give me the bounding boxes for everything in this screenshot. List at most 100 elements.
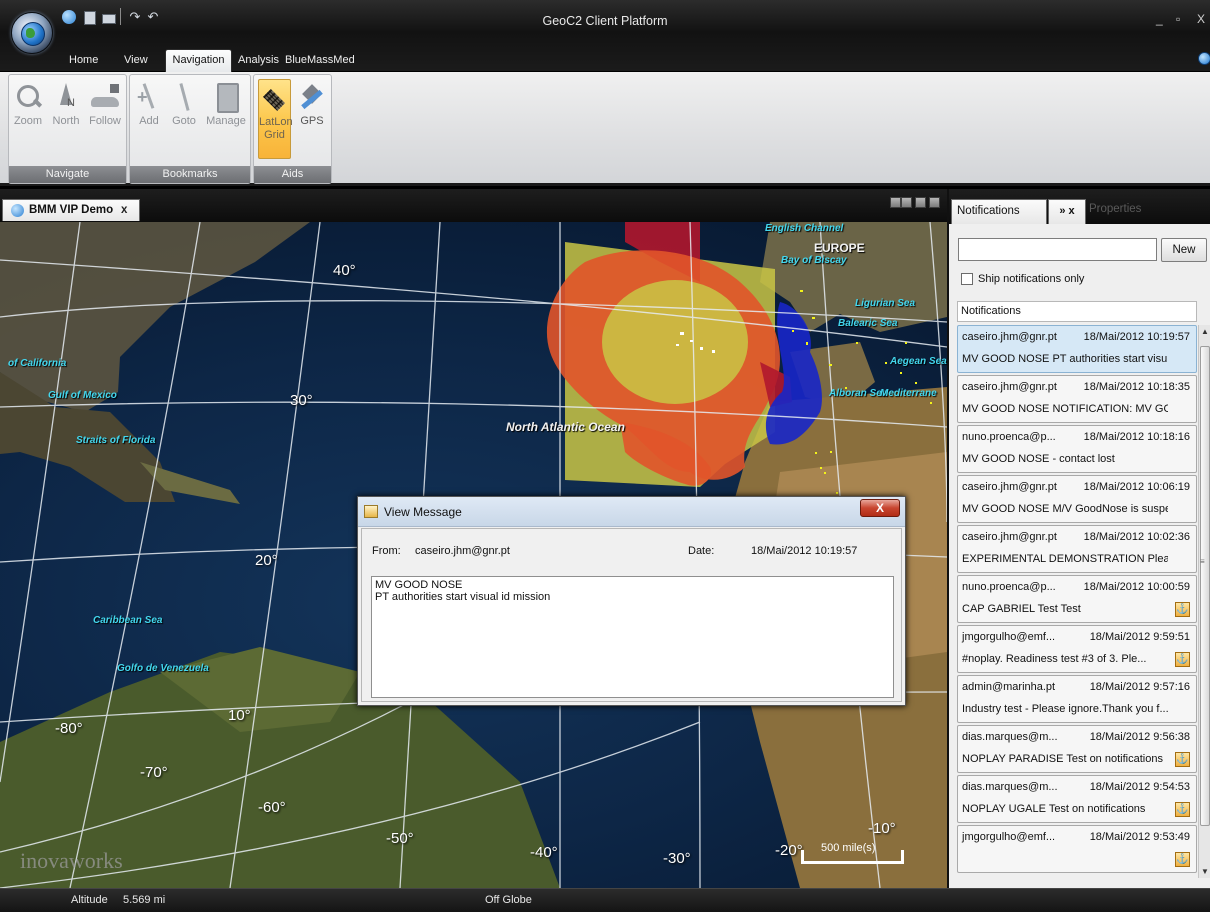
notification-subject: MV GOOD NOSE NOTIFICATION: MV GO... bbox=[962, 403, 1168, 415]
tab-properties[interactable]: Properties bbox=[1089, 203, 1141, 215]
english-channel-label: English Channel bbox=[765, 223, 844, 234]
north-atlantic-label: North Atlantic Ocean bbox=[506, 420, 625, 434]
notification-item[interactable]: caseiro.jhm@gnr.pt 18/Mai/2012 10:19:57 MV… bbox=[957, 325, 1197, 373]
follow-button[interactable]: Follow bbox=[87, 79, 123, 161]
ship-notifications-checkbox[interactable] bbox=[961, 273, 973, 285]
manage-bookmarks-button[interactable]: Manage bbox=[204, 79, 248, 161]
golfo-venezuela-label: Golfo de Venezuela bbox=[117, 663, 209, 674]
notification-subject: EXPERIMENTAL DEMONSTRATION Please... bbox=[962, 553, 1168, 565]
notification-date: 18/Mai/2012 9:59:51 bbox=[1089, 631, 1190, 643]
notification-sender: caseiro.jhm@gnr.pt bbox=[962, 381, 1057, 393]
altitude-value: 5.569 mi bbox=[123, 894, 166, 906]
tab-view[interactable]: View bbox=[124, 50, 148, 72]
latlon-grid-button[interactable]: LatLon Grid bbox=[258, 79, 293, 159]
notification-search-input[interactable] bbox=[958, 238, 1157, 261]
notifications-panel: Notifications » x Properties New Ship no… bbox=[947, 189, 1210, 888]
anchor-icon[interactable]: ⚓ bbox=[1175, 852, 1190, 867]
minimize-button[interactable]: _ bbox=[1156, 12, 1163, 26]
notification-item[interactable]: nuno.proenca@p... 18/Mai/2012 10:18:16 MV … bbox=[957, 425, 1197, 473]
anchor-icon[interactable]: ⚓ bbox=[1175, 602, 1190, 617]
panel-tab-bar: Notifications » x Properties bbox=[949, 189, 1210, 224]
new-notification-button[interactable]: New bbox=[1161, 238, 1207, 262]
message-text-area[interactable]: MV GOOD NOSE PT authorities start visual… bbox=[371, 576, 894, 698]
notification-item[interactable]: caseiro.jhm@gnr.pt 18/Mai/2012 10:02:36 EX… bbox=[957, 525, 1197, 573]
restore-button[interactable]: ▫ bbox=[1176, 12, 1180, 26]
notification-item[interactable]: caseiro.jhm@gnr.pt 18/Mai/2012 10:06:19 MV… bbox=[957, 475, 1197, 523]
notification-subject: MV GOOD NOSE M/V GoodNose is suspec... bbox=[962, 503, 1168, 515]
scroll-thumb[interactable] bbox=[1200, 346, 1210, 826]
notification-date: 18/Mai/2012 10:00:59 bbox=[1083, 581, 1190, 593]
of-california-label: of California bbox=[8, 358, 67, 369]
anchor-icon[interactable]: ⚓ bbox=[1175, 802, 1190, 817]
date-value: 18/Mai/2012 10:19:57 bbox=[751, 545, 858, 557]
goto-bookmark-button[interactable]: Goto bbox=[168, 79, 200, 161]
tab-bmm-vip-demo[interactable]: BMM VIP Demo x bbox=[2, 199, 140, 221]
notification-sender: caseiro.jhm@gnr.pt bbox=[962, 481, 1057, 493]
straits-of-florida-label: Straits of Florida bbox=[76, 435, 156, 446]
tab-navigation[interactable]: Navigation bbox=[165, 49, 232, 73]
notification-item[interactable]: jmgorgulho@emf... 18/Mai/2012 9:53:49 ⚓ bbox=[957, 825, 1197, 873]
anchor-icon[interactable]: ⚓ bbox=[1175, 652, 1190, 667]
tab-home[interactable]: Home bbox=[69, 50, 98, 72]
gps-button[interactable]: GPS bbox=[296, 79, 328, 161]
close-document-icon[interactable] bbox=[929, 197, 940, 208]
longitude-label: -60° bbox=[258, 799, 286, 816]
scroll-left-icon[interactable] bbox=[890, 197, 901, 208]
zoom-label: Zoom bbox=[13, 115, 43, 127]
anchor-icon[interactable]: ⚓ bbox=[1175, 752, 1190, 767]
notification-sender: dias.marques@m... bbox=[962, 781, 1058, 793]
ribbon-group-navigate: Zoom North Follow Navigate bbox=[8, 74, 127, 184]
notification-subject: MV GOOD NOSE - contact lost bbox=[962, 453, 1115, 465]
notification-item[interactable]: dias.marques@m... 18/Mai/2012 9:54:53 NOPL… bbox=[957, 775, 1197, 823]
notification-subject: CAP GABRIEL Test Test bbox=[962, 603, 1081, 615]
notifications-list-header: Notifications bbox=[957, 301, 1197, 322]
off-globe-status: Off Globe bbox=[485, 894, 532, 906]
add-bookmark-button[interactable]: Add bbox=[134, 79, 164, 161]
tab-notifications[interactable]: Notifications bbox=[951, 199, 1047, 224]
notification-sender: nuno.proenca@p... bbox=[962, 581, 1056, 593]
close-tab-icon[interactable]: x bbox=[121, 200, 127, 221]
help-icon[interactable] bbox=[1198, 52, 1210, 65]
panel-tab-controls[interactable]: » x bbox=[1048, 199, 1086, 224]
scroll-grip-icon: ≡ bbox=[1200, 557, 1205, 566]
dialog-body: From: caseiro.jhm@gnr.pt Date: 18/Mai/20… bbox=[361, 528, 902, 702]
notifications-scrollbar[interactable]: ▲ ≡ ▼ bbox=[1198, 325, 1210, 878]
scale-label: 500 mile(s) bbox=[821, 842, 876, 854]
scroll-right-icon[interactable] bbox=[901, 197, 912, 208]
notification-date: 18/Mai/2012 9:57:16 bbox=[1089, 681, 1190, 693]
notification-item[interactable]: admin@marinha.pt 18/Mai/2012 9:57:16 Indus… bbox=[957, 675, 1197, 723]
notification-item[interactable]: nuno.proenca@p... 18/Mai/2012 10:00:59 CAP… bbox=[957, 575, 1197, 623]
tab-bluemassmed[interactable]: BlueMassMed bbox=[285, 50, 355, 72]
date-label: Date: bbox=[688, 545, 715, 557]
notification-sender: caseiro.jhm@gnr.pt bbox=[962, 331, 1057, 343]
north-button[interactable]: North bbox=[49, 79, 83, 161]
bay-of-biscay-label: Bay of Biscay bbox=[781, 255, 847, 266]
close-window-button[interactable]: X bbox=[1197, 12, 1205, 26]
gulf-of-mexico-label: Gulf of Mexico bbox=[48, 390, 117, 401]
scroll-down-icon[interactable]: ▼ bbox=[1201, 867, 1209, 876]
dialog-title: View Message bbox=[384, 505, 462, 519]
north-label: North bbox=[52, 115, 80, 127]
notification-date: 18/Mai/2012 9:56:38 bbox=[1089, 731, 1190, 743]
dialog-close-button[interactable]: X bbox=[860, 499, 900, 517]
magnifier-icon bbox=[14, 83, 42, 111]
add-label: Add bbox=[139, 115, 159, 127]
notification-item[interactable]: jmgorgulho@emf... 18/Mai/2012 9:59:51 #nop… bbox=[957, 625, 1197, 673]
pin-icon bbox=[170, 83, 198, 111]
notification-sender: dias.marques@m... bbox=[962, 731, 1058, 743]
notification-date: 18/Mai/2012 9:54:53 bbox=[1089, 781, 1190, 793]
notification-subject: NOPLAY PARADISE Test on notifications bbox=[962, 753, 1163, 765]
ribbon-group-bookmarks: Add Goto Manage Bookmarks bbox=[129, 74, 251, 184]
view-message-dialog: View Message X From: caseiro.jhm@gnr.pt … bbox=[357, 496, 906, 706]
dialog-title-bar[interactable]: View Message X bbox=[358, 497, 905, 527]
longitude-label: -80° bbox=[55, 720, 83, 737]
notification-item[interactable]: caseiro.jhm@gnr.pt 18/Mai/2012 10:18:35 MV… bbox=[957, 375, 1197, 423]
scroll-up-icon[interactable]: ▲ bbox=[1201, 327, 1209, 336]
notification-sender: caseiro.jhm@gnr.pt bbox=[962, 531, 1057, 543]
zoom-button[interactable]: Zoom bbox=[11, 79, 45, 161]
tab-menu-icon[interactable] bbox=[915, 197, 926, 208]
tab-analysis[interactable]: Analysis bbox=[238, 50, 279, 72]
notification-date: 18/Mai/2012 9:53:49 bbox=[1089, 831, 1190, 843]
longitude-label: -40° bbox=[530, 844, 558, 861]
notification-item[interactable]: dias.marques@m... 18/Mai/2012 9:56:38 NOPL… bbox=[957, 725, 1197, 773]
